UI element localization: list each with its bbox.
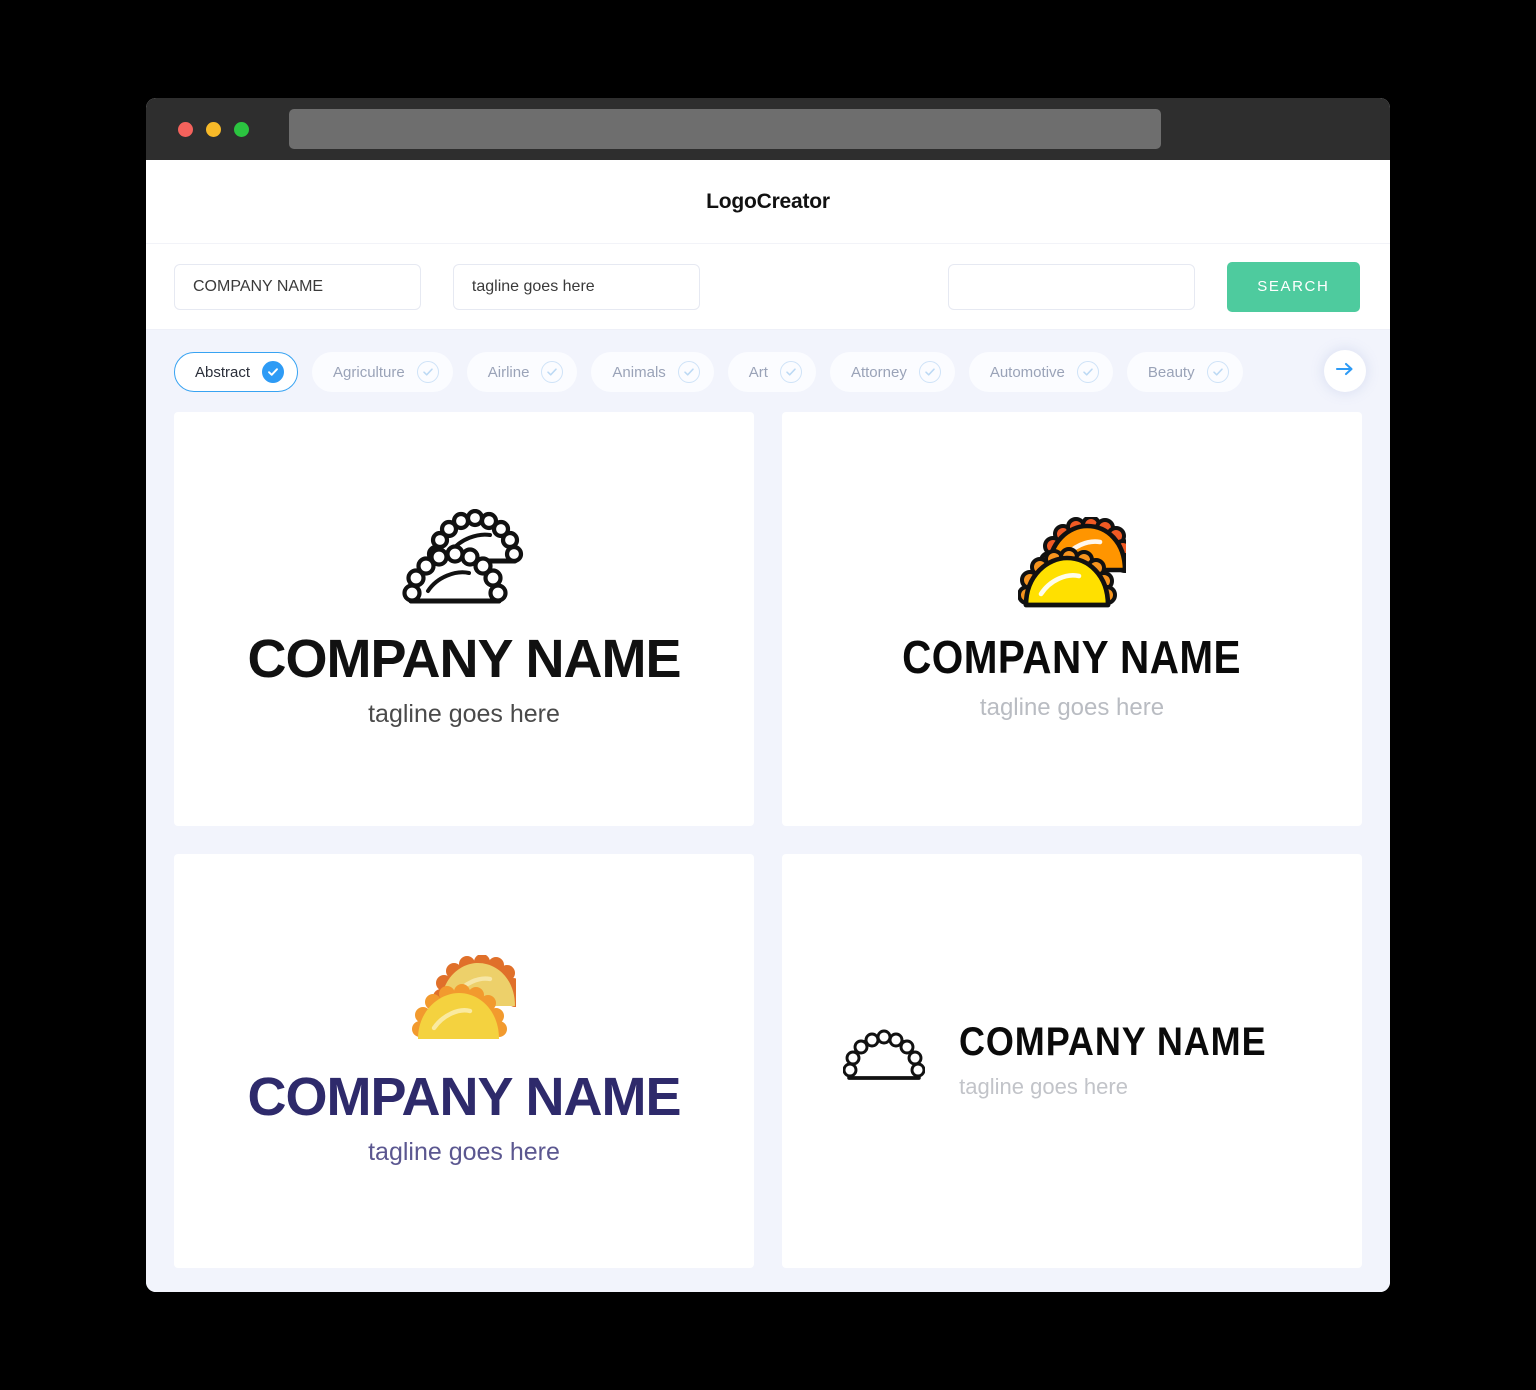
chip-agriculture[interactable]: Agriculture: [312, 352, 453, 392]
logo-card[interactable]: COMPANY NAME tagline goes here: [782, 854, 1362, 1268]
url-bar[interactable]: [289, 109, 1161, 149]
logo-preview: COMPANY NAME tagline goes here: [247, 508, 682, 729]
check-circle-icon: [1206, 361, 1229, 383]
check-circle-icon: [677, 361, 700, 383]
logo-preview: COMPANY NAME tagline goes here: [842, 1022, 1301, 1100]
category-filter-row: Abstract Agriculture Airline Animals Art…: [146, 330, 1390, 412]
logo-tagline: tagline goes here: [979, 693, 1165, 721]
logo-results-grid: COMPANY NAME tagline goes here COMPANY N…: [146, 412, 1390, 1268]
chip-label: Automotive: [989, 363, 1065, 381]
check-circle-icon: [918, 361, 941, 383]
chip-abstract[interactable]: Abstract: [174, 352, 299, 392]
logo-company-name: COMPANY NAME: [247, 1067, 681, 1127]
chip-attorney[interactable]: Attorney: [829, 352, 955, 392]
chip-label: Airline: [487, 363, 530, 381]
chip-label: Agriculture: [333, 363, 405, 381]
maximize-window-button[interactable]: [234, 121, 249, 137]
logo-card[interactable]: COMPANY NAME tagline goes here: [782, 412, 1362, 826]
chip-label: Art: [748, 363, 768, 381]
chip-label: Abstract: [195, 363, 251, 381]
logo-company-name: COMPANY NAME: [247, 629, 681, 689]
check-circle-icon: [416, 361, 439, 383]
tagline-input[interactable]: tagline goes here: [452, 263, 700, 310]
logo-preview: COMPANY NAME tagline goes here: [879, 514, 1264, 722]
chip-beauty[interactable]: Beauty: [1126, 352, 1243, 392]
check-circle-icon: [262, 361, 285, 383]
page-title: LogoCreator: [706, 189, 830, 213]
screenshot-stage: LogoCreator COMPANY NAME tagline goes he…: [0, 0, 1536, 1390]
arrow-right-icon: [1335, 361, 1355, 382]
browser-titlebar: [146, 98, 1390, 160]
logo-company-name: COMPANY NAME: [902, 630, 1242, 683]
browser-window: LogoCreator COMPANY NAME tagline goes he…: [146, 98, 1390, 1292]
empanada-single-outline-icon: [842, 1028, 926, 1095]
logo-text-block: COMPANY NAME tagline goes here: [247, 629, 681, 729]
empanada-pair-flat-icon: [412, 954, 523, 1052]
minimize-window-button[interactable]: [206, 121, 221, 137]
keyword-input[interactable]: [947, 263, 1195, 310]
logo-tagline: tagline goes here: [959, 1074, 1128, 1099]
empanada-pair-color-outline-icon: [1016, 514, 1135, 618]
search-button[interactable]: SEARCH: [1226, 261, 1361, 312]
chip-automotive[interactable]: Automotive: [968, 352, 1113, 392]
logo-card[interactable]: COMPANY NAME tagline goes here: [174, 412, 754, 826]
empanada-pair-outline-icon: [400, 508, 528, 614]
chip-art[interactable]: Art: [727, 352, 816, 392]
logo-text-block: COMPANY NAME tagline goes here: [879, 634, 1264, 722]
logo-text-block: COMPANY NAME tagline goes here: [247, 1067, 681, 1167]
chip-label: Beauty: [1147, 363, 1195, 381]
logo-card[interactable]: COMPANY NAME tagline goes here: [174, 854, 754, 1268]
logo-preview: COMPANY NAME tagline goes here: [247, 954, 682, 1167]
window-controls: [178, 121, 249, 137]
search-bar: COMPANY NAME tagline goes here SEARCH: [146, 244, 1390, 330]
logo-tagline: tagline goes here: [368, 700, 560, 728]
chip-airline[interactable]: Airline: [466, 352, 578, 392]
logo-text-block: COMPANY NAME tagline goes here: [959, 1022, 1301, 1100]
next-categories-button[interactable]: [1324, 350, 1366, 392]
logo-tagline: tagline goes here: [368, 1138, 560, 1166]
check-circle-icon: [779, 361, 802, 383]
app-header: LogoCreator: [146, 160, 1390, 244]
logo-company-name: COMPANY NAME: [959, 1020, 1267, 1064]
close-window-button[interactable]: [178, 121, 193, 137]
check-circle-icon: [541, 361, 564, 383]
check-circle-icon: [1076, 361, 1099, 383]
chip-label: Attorney: [850, 363, 907, 381]
results-area: Abstract Agriculture Airline Animals Art…: [146, 330, 1390, 1292]
chip-label: Animals: [612, 363, 666, 381]
chip-animals[interactable]: Animals: [591, 352, 714, 392]
company-name-input[interactable]: COMPANY NAME: [174, 263, 421, 310]
